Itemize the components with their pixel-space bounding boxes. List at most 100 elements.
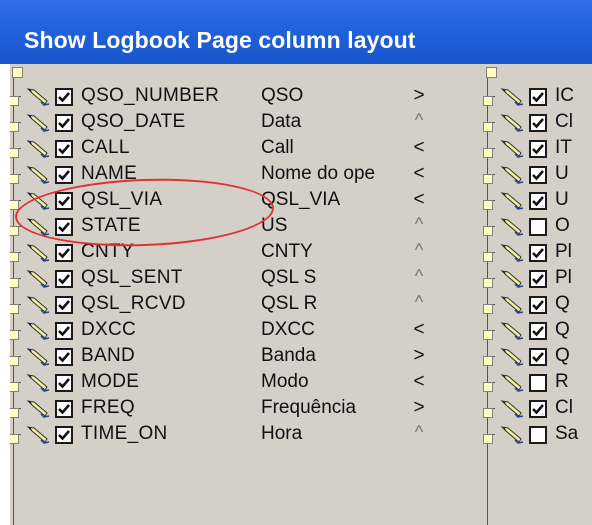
column-row[interactable]: BAND Banda >: [10, 344, 483, 370]
visibility-checkbox[interactable]: [529, 348, 547, 366]
visibility-checkbox[interactable]: [529, 270, 547, 288]
tree-node-icon: [10, 122, 19, 132]
pencil-icon[interactable]: [26, 139, 50, 159]
visibility-checkbox[interactable]: [529, 322, 547, 340]
tree-node-icon: [483, 330, 493, 340]
visibility-checkbox[interactable]: [529, 88, 547, 106]
column-row[interactable]: TIME_ON Hora ^: [10, 422, 483, 448]
pencil-icon[interactable]: [500, 243, 524, 263]
column-row[interactable]: QSO_NUMBER QSO >: [10, 84, 483, 110]
visibility-checkbox[interactable]: [55, 426, 73, 444]
pencil-icon[interactable]: [500, 295, 524, 315]
pencil-icon[interactable]: [26, 217, 50, 237]
visibility-checkbox[interactable]: [55, 322, 73, 340]
column-row[interactable]: Pl: [483, 266, 592, 292]
column-row[interactable]: Cl: [483, 110, 592, 136]
column-row[interactable]: Q: [483, 292, 592, 318]
pencil-icon[interactable]: [26, 425, 50, 445]
pencil-icon[interactable]: [26, 165, 50, 185]
column-row[interactable]: Sa: [483, 422, 592, 448]
column-caption: QSL R: [261, 293, 318, 314]
pencil-icon[interactable]: [500, 165, 524, 185]
pencil-icon[interactable]: [500, 425, 524, 445]
tree-node-icon: [483, 226, 493, 236]
column-row[interactable]: Q: [483, 318, 592, 344]
visibility-checkbox[interactable]: [529, 140, 547, 158]
visibility-checkbox[interactable]: [529, 400, 547, 418]
pencil-icon[interactable]: [26, 243, 50, 263]
pencil-icon[interactable]: [26, 347, 50, 367]
column-row[interactable]: QSL_SENT QSL S ^: [10, 266, 483, 292]
visibility-checkbox[interactable]: [55, 296, 73, 314]
column-caption: Data: [261, 111, 302, 132]
visibility-checkbox[interactable]: [529, 374, 547, 392]
pencil-icon[interactable]: [500, 191, 524, 211]
visibility-checkbox[interactable]: [55, 218, 73, 236]
pencil-icon[interactable]: [26, 87, 50, 107]
column-row[interactable]: Q: [483, 344, 592, 370]
pencil-icon[interactable]: [500, 217, 524, 237]
pencil-icon[interactable]: [500, 269, 524, 289]
visibility-checkbox[interactable]: [529, 426, 547, 444]
visibility-checkbox[interactable]: [55, 348, 73, 366]
pencil-icon[interactable]: [500, 321, 524, 341]
column-row[interactable]: IT: [483, 136, 592, 162]
visibility-checkbox[interactable]: [55, 374, 73, 392]
column-row[interactable]: QSO_DATE Data ^: [10, 110, 483, 136]
visibility-checkbox[interactable]: [529, 218, 547, 236]
visibility-checkbox[interactable]: [529, 296, 547, 314]
pencil-icon[interactable]: [500, 373, 524, 393]
visibility-checkbox[interactable]: [55, 244, 73, 262]
column-row[interactable]: CNTY CNTY ^: [10, 240, 483, 266]
column-row[interactable]: QSL_RCVD QSL R ^: [10, 292, 483, 318]
tree-node-icon: [10, 304, 19, 314]
field-name: BAND: [81, 345, 135, 366]
column-row[interactable]: Cl: [483, 396, 592, 422]
field-name: Cl: [555, 397, 573, 418]
column-row[interactable]: MODE Modo <: [10, 370, 483, 396]
pencil-icon[interactable]: [26, 191, 50, 211]
column-row[interactable]: O: [483, 214, 592, 240]
column-row[interactable]: DXCC DXCC <: [10, 318, 483, 344]
column-row[interactable]: R: [483, 370, 592, 396]
visibility-checkbox[interactable]: [55, 192, 73, 210]
visibility-checkbox[interactable]: [55, 140, 73, 158]
pencil-icon[interactable]: [500, 139, 524, 159]
alignment-indicator: ^: [414, 240, 424, 260]
field-name: QSO_DATE: [81, 111, 186, 132]
visibility-checkbox[interactable]: [529, 192, 547, 210]
column-row[interactable]: STATE US ^: [10, 214, 483, 240]
pencil-icon[interactable]: [26, 373, 50, 393]
visibility-checkbox[interactable]: [55, 114, 73, 132]
column-row[interactable]: U: [483, 188, 592, 214]
visibility-checkbox[interactable]: [529, 166, 547, 184]
visibility-checkbox[interactable]: [55, 166, 73, 184]
pencil-icon[interactable]: [26, 113, 50, 133]
pencil-icon[interactable]: [500, 87, 524, 107]
pencil-icon[interactable]: [26, 269, 50, 289]
column-row[interactable]: Pl: [483, 240, 592, 266]
alignment-indicator: <: [413, 163, 425, 184]
column-row[interactable]: NAME Nome do ope <: [10, 162, 483, 188]
visibility-checkbox[interactable]: [55, 270, 73, 288]
column-row[interactable]: IC: [483, 84, 592, 110]
column-caption: QSL S: [261, 267, 317, 288]
pencil-icon[interactable]: [500, 347, 524, 367]
tree-node-icon: [483, 278, 493, 288]
pencil-icon[interactable]: [500, 399, 524, 419]
column-row[interactable]: QSL_VIA QSL_VIA <: [10, 188, 483, 214]
pencil-icon[interactable]: [26, 321, 50, 341]
field-name: U: [555, 189, 569, 210]
visibility-checkbox[interactable]: [529, 114, 547, 132]
pencil-icon[interactable]: [26, 295, 50, 315]
visibility-checkbox[interactable]: [55, 400, 73, 418]
column-row[interactable]: CALL Call <: [10, 136, 483, 162]
visibility-checkbox[interactable]: [55, 88, 73, 106]
tree-node-icon: [483, 408, 493, 418]
column-row[interactable]: U: [483, 162, 592, 188]
tree-node-icon: [483, 252, 493, 262]
pencil-icon[interactable]: [500, 113, 524, 133]
pencil-icon[interactable]: [26, 399, 50, 419]
column-row[interactable]: FREQ Frequência >: [10, 396, 483, 422]
visibility-checkbox[interactable]: [529, 244, 547, 262]
